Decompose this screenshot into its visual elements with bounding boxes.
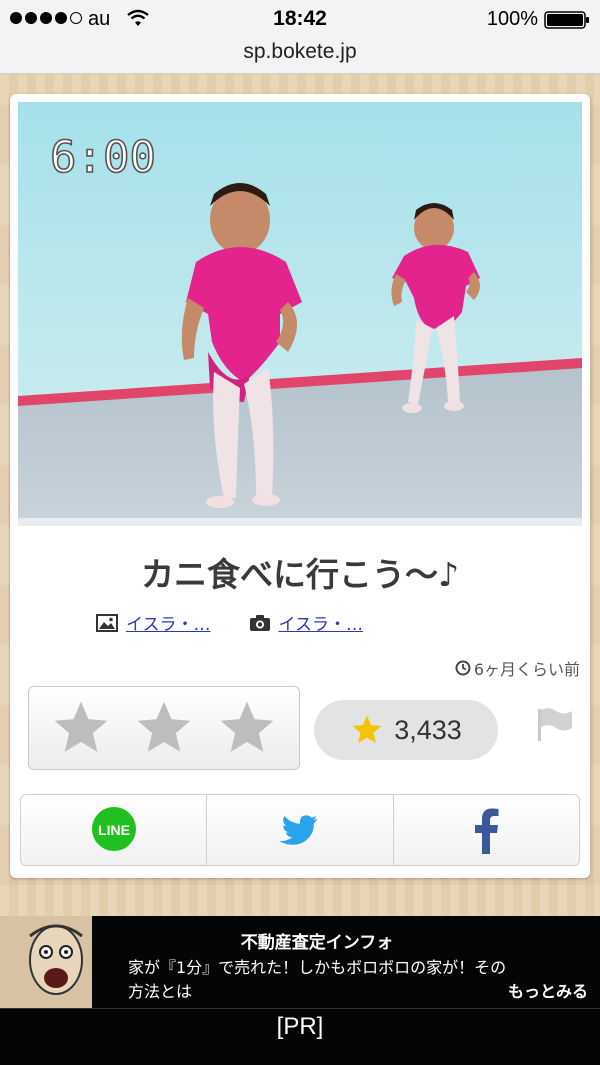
rating-stars — [28, 686, 300, 770]
camera-icon — [249, 614, 270, 631]
line-icon: LINE — [91, 807, 136, 851]
photo-author-credit: イスラ・… — [96, 610, 211, 635]
ad-banner[interactable]: 不動産査定インフォ 家が『1分』で売れた！しかもボロボロの家が！その方法とは も… — [0, 916, 600, 1008]
caption-author-credit: イスラ・… — [249, 610, 364, 635]
share-buttons: LINE — [20, 794, 580, 866]
star-button-3[interactable] — [216, 697, 278, 759]
ad-more-link[interactable]: もっとみる — [508, 978, 588, 1002]
score-count: 3,433 — [394, 714, 462, 745]
photo-author-link[interactable]: イスラ・… — [126, 610, 211, 635]
star-button-2[interactable] — [133, 697, 195, 759]
battery-percent: 100% — [486, 8, 538, 30]
ad-body: 家が『1分』で売れた！しかもボロボロの家が！その方法とは — [128, 958, 507, 1001]
post-photo[interactable]: 6:00 — [18, 102, 582, 526]
address-bar-url[interactable]: sp.bokete.jp — [0, 40, 600, 64]
ad-title: 不動産査定インフォ — [240, 933, 394, 953]
twitter-bird-icon — [278, 815, 317, 845]
line-label: LINE — [98, 822, 130, 838]
star-button-1[interactable] — [50, 697, 112, 759]
photo-illustration: 6:00 — [18, 102, 582, 526]
caption-author-link[interactable]: イスラ・… — [279, 610, 364, 635]
author-credits: イスラ・… イスラ・… — [96, 610, 363, 635]
share-line-button[interactable]: LINE — [21, 795, 208, 865]
star-icon — [352, 715, 382, 744]
post-caption: カニ食べに行こう〜♪ — [140, 555, 460, 594]
photo-timestamp: 6:00 — [50, 132, 156, 183]
clock-icon — [455, 660, 471, 676]
status-bar: au 18:42 100% — [0, 0, 600, 38]
share-twitter-button[interactable] — [207, 795, 394, 865]
battery-icon — [544, 11, 589, 29]
report-flag-icon[interactable] — [534, 706, 574, 742]
ad-thumbnail — [0, 916, 92, 1008]
post-time: 6ヶ月くらい前 — [455, 656, 580, 680]
facebook-icon — [475, 808, 499, 854]
pr-label: [PR] — [0, 1008, 600, 1065]
image-icon — [96, 613, 118, 632]
post-card: 6:00 カニ食べに行こう〜♪ イスラ・… イスラ・… 6ヶ月くらい前 3,43… — [10, 94, 590, 878]
share-facebook-button[interactable] — [394, 795, 579, 865]
time-ago-text: 6ヶ月くらい前 — [473, 660, 580, 679]
browser-topbar: au 18:42 100% sp.bokete.jp — [0, 0, 600, 74]
score-badge: 3,433 — [314, 700, 498, 760]
